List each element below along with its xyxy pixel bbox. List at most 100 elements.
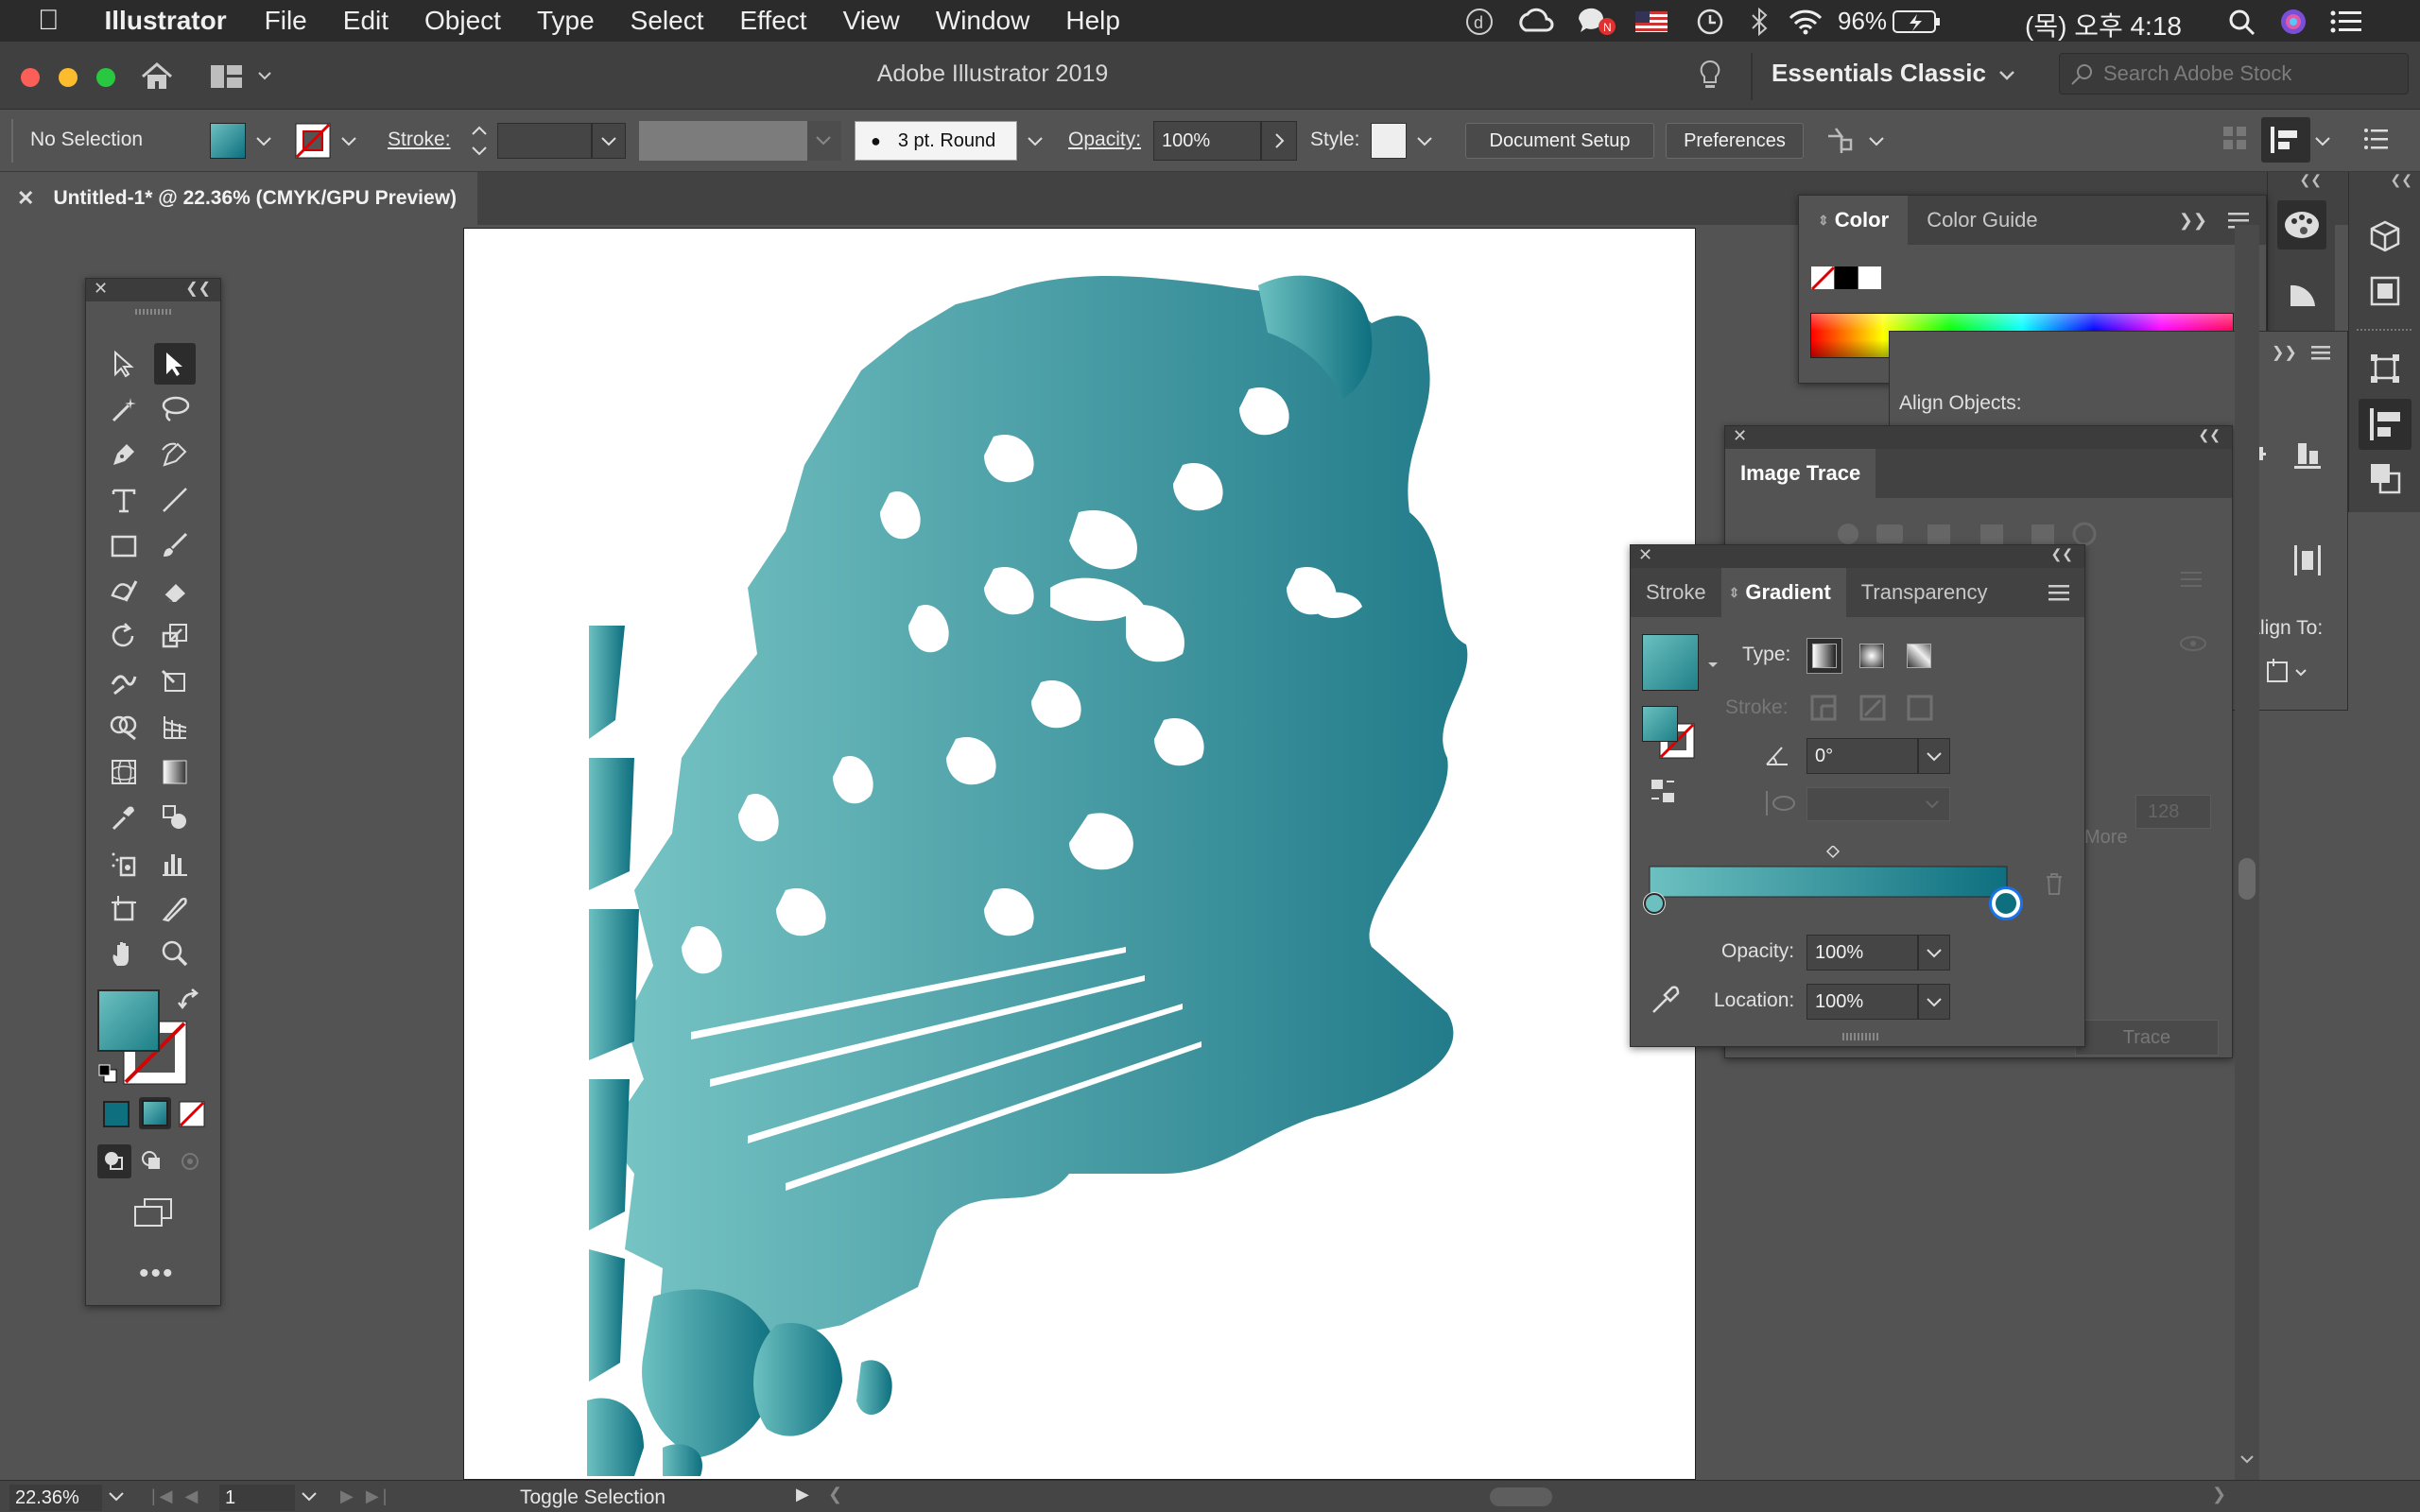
opacity-label[interactable]: Opacity: [1068,129,1141,151]
status-menu-arrow[interactable]: ▶ [796,1485,809,1504]
list-icon[interactable] [2181,568,2209,593]
gradient-stop-end[interactable] [1992,889,2020,918]
tab-color[interactable]: ⇕ Color [1799,196,1909,245]
wifi-icon[interactable] [1787,8,1824,36]
tab-transparency[interactable]: Transparency [1846,568,2003,617]
reverse-gradient-icon[interactable] [1648,776,1680,808]
control-bar-menu-icon[interactable] [2363,127,2390,151]
collapse-icon[interactable]: ❮❮ [2391,172,2412,188]
swap-fill-stroke-icon[interactable] [177,988,203,1012]
none-mode-button[interactable] [179,1101,205,1127]
vertical-scrollbar[interactable] [2235,225,2259,1480]
home-icon[interactable] [140,60,174,93]
shaper-tool-icon[interactable] [103,570,145,611]
align-panel-icon[interactable] [2359,399,2411,450]
color-panel-icon[interactable] [2277,200,2326,249]
scroll-left-icon[interactable]: ❮ [828,1485,842,1504]
close-window-button[interactable] [21,68,40,87]
collapse-icon[interactable]: ❮❮ [185,279,211,298]
color-guide-icon[interactable] [2287,278,2319,310]
bluetooth-icon[interactable] [1747,8,1772,36]
notification-center-icon[interactable] [2329,9,2363,34]
properties-cube-icon[interactable] [2368,219,2402,253]
zoom-window-button[interactable] [96,68,115,87]
chevron-down-icon[interactable] [1706,661,1720,670]
document-tab[interactable]: ✕ Untitled-1* @ 22.36% (CMYK/GPU Preview… [0,172,477,225]
transform-icon[interactable] [2368,352,2402,386]
freeform-gradient-button[interactable] [1901,638,1937,674]
menu-effect[interactable]: Effect [739,6,806,36]
angle-dropdown[interactable] [1918,738,1950,774]
collapse-icon[interactable]: ❮❮ [2300,172,2322,188]
menu-window[interactable]: Window [936,6,1030,36]
fill-color-swatch-front[interactable] [97,989,160,1052]
change-screen-mode-icon[interactable] [131,1197,175,1229]
scroll-down-icon[interactable] [2239,1453,2255,1467]
location-dropdown[interactable] [1918,984,1950,1020]
zoom-tool-icon[interactable] [154,933,196,974]
rectangle-tool-icon[interactable] [103,524,145,566]
align-bottom-icon[interactable] [2290,438,2325,472]
apple-icon[interactable]:  [38,5,60,37]
battery-icon[interactable] [1893,9,1942,34]
scrollbar-thumb[interactable] [2238,858,2256,900]
collapse-icon[interactable]: ❮❮ [2199,427,2221,443]
artboard-number-field[interactable]: 1 [219,1485,295,1511]
lightbulb-icon[interactable] [1698,59,1722,94]
tools-panel-header[interactable]: ✕ ❮❮ [86,279,220,301]
hand-tool-icon[interactable] [103,933,145,974]
stroke-weight-field[interactable] [497,123,592,159]
status-text[interactable]: Toggle Selection [520,1486,666,1509]
color-mode-button[interactable] [103,1101,130,1127]
tab-color-guide[interactable]: Color Guide [1908,196,2056,245]
eyedropper-icon[interactable] [1650,984,1682,1016]
line-segment-tool-icon[interactable] [154,479,196,521]
chevron-down-icon[interactable] [301,1490,318,1503]
panel-menu-icon[interactable] [2311,345,2332,362]
us-flag-icon[interactable] [1635,11,1668,32]
delete-stop-icon[interactable] [2043,870,2066,897]
close-icon[interactable]: ✕ [1638,545,1652,565]
trace-button[interactable]: Trace [2075,1020,2219,1056]
eyedropper-tool-icon[interactable] [103,797,145,838]
chevron-down-icon[interactable] [2314,136,2331,147]
chevron-down-icon[interactable] [255,136,272,147]
shape-builder-tool-icon[interactable] [103,706,145,747]
direct-selection-tool-icon[interactable] [154,343,196,385]
panel-menu-icon[interactable] [2048,583,2071,602]
tab-gradient[interactable]: ⇕ Gradient [1720,568,1846,617]
type-tool-icon[interactable] [103,479,145,521]
perspective-grid-tool-icon[interactable] [154,706,196,747]
chevron-down-icon[interactable] [108,1490,125,1503]
eraser-tool-icon[interactable] [154,570,196,611]
radial-gradient-button[interactable] [1854,638,1890,674]
profile-dropdown[interactable] [807,121,841,161]
selection-tool-icon[interactable] [103,343,145,385]
leopard-artwork[interactable] [464,229,1697,1481]
d-circle-icon[interactable]: d [1463,8,1495,36]
preferences-button[interactable]: Preferences [1666,123,1804,159]
artboard-tool-icon[interactable] [103,887,145,929]
chevron-down-icon[interactable] [1998,70,2015,81]
align-panel-toggle[interactable] [2261,117,2310,163]
angle-field[interactable]: 0° [1806,738,1918,774]
chevron-down-icon[interactable] [1868,136,1885,147]
linear-gradient-button[interactable] [1806,638,1842,674]
tab-stroke[interactable]: Stroke [1631,568,1721,617]
gradient-mode-button[interactable] [139,1097,171,1129]
document-setup-button[interactable]: Document Setup [1465,123,1654,159]
blend-tool-icon[interactable] [154,797,196,838]
menu-select[interactable]: Select [631,6,704,36]
close-icon[interactable]: ✕ [1733,426,1747,446]
magic-wand-tool-icon[interactable] [103,388,145,430]
more-options[interactable]: More [2084,827,2128,849]
creative-cloud-icon[interactable] [1516,8,1554,36]
gradient-tool-icon[interactable] [154,751,196,793]
align-to-dropdown[interactable] [2264,655,2313,687]
collapse-icon[interactable]: ❮❮ [2051,546,2073,562]
paintbrush-tool-icon[interactable] [154,524,196,566]
menu-help[interactable]: Help [1065,6,1120,36]
grid-view-icon[interactable] [2221,125,2248,153]
draw-behind-icon[interactable] [135,1144,169,1178]
minimize-window-button[interactable] [59,68,78,87]
